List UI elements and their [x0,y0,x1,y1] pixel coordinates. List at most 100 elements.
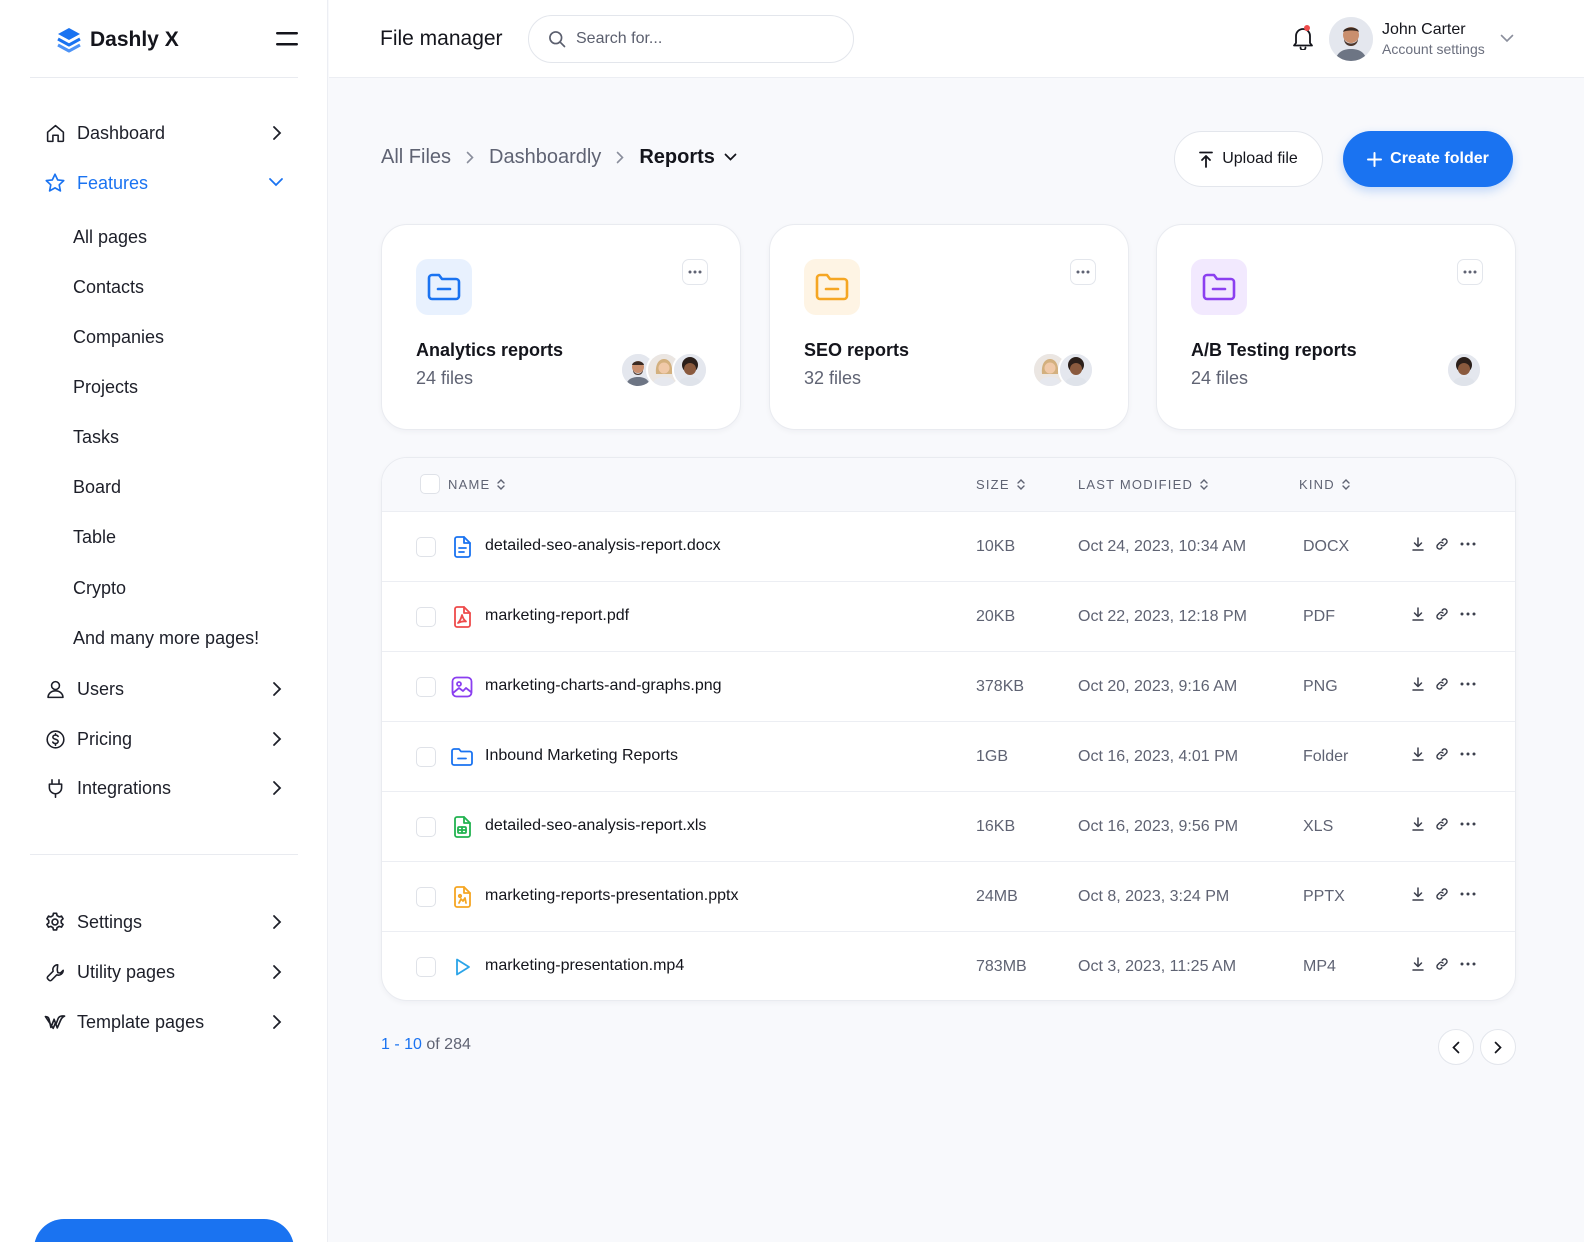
table-row[interactable]: marketing-reports-presentation.pptx 24MB… [382,862,1515,932]
chevron-left-icon [1452,1041,1460,1053]
card-more-button[interactable] [682,259,708,285]
menu-toggle-button[interactable] [276,30,298,48]
row-checkbox[interactable] [416,537,436,557]
create-folder-button[interactable]: Create folder [1343,131,1513,187]
row-checkbox[interactable] [416,607,436,627]
user-name[interactable]: John Carter [1382,21,1466,39]
folder-file-count: 32 files [804,368,862,388]
file-name[interactable]: marketing-report.pdf [485,607,629,625]
file-name[interactable]: detailed-seo-analysis-report.xls [485,817,706,835]
account-settings-link[interactable]: Account settings [1382,41,1485,57]
notifications-button[interactable] [1292,25,1314,50]
table-row[interactable]: marketing-charts-and-graphs.png 378KB Oc… [382,652,1515,722]
file-name[interactable]: marketing-reports-presentation.pptx [485,887,738,905]
download-icon[interactable] [1412,887,1424,901]
table-row[interactable]: Inbound Marketing Reports 1GB Oct 16, 20… [382,722,1515,792]
column-header-last-modified[interactable]: LAST MODIFIED [1078,477,1208,492]
breadcrumb-item[interactable]: Dashboardly [489,146,601,169]
ellipsis-icon[interactable] [1460,682,1476,686]
sidebar-item-settings[interactable]: Settings [44,906,288,938]
brand-logo[interactable]: Dashly X [56,26,179,54]
sidebar-item-label: Utility pages [77,961,176,982]
sidebar-subitem-table[interactable]: Table [73,524,116,550]
search-input[interactable] [576,30,826,48]
table-row[interactable]: detailed-seo-analysis-report.xls 16KB Oc… [382,792,1515,862]
sidebar-subitem-crypto[interactable]: Crypto [73,575,126,601]
sidebar-cta-button[interactable] [34,1219,294,1242]
download-icon[interactable] [1412,677,1424,691]
sidebar-item-template-pages[interactable]: Template pages [44,1006,288,1038]
download-icon[interactable] [1412,537,1424,551]
breadcrumb-item[interactable]: All Files [381,146,451,169]
ellipsis-icon[interactable] [1460,752,1476,756]
download-icon[interactable] [1412,957,1424,971]
row-checkbox[interactable] [416,887,436,907]
avatar [1058,352,1094,388]
file-name[interactable]: marketing-charts-and-graphs.png [485,677,722,695]
sidebar-subitem-projects[interactable]: Projects [73,374,138,400]
download-icon[interactable] [1412,607,1424,621]
link-icon[interactable] [1435,747,1449,761]
sidebar-subitem-tasks[interactable]: Tasks [73,424,119,450]
table-row[interactable]: marketing-report.pdf 20KB Oct 22, 2023, … [382,582,1515,652]
row-checkbox[interactable] [416,957,436,977]
sidebar-item-label: Features [77,172,149,193]
sidebar-item-utility-pages[interactable]: Utility pages [44,956,288,988]
ellipsis-icon[interactable] [1460,962,1476,966]
prev-page-button[interactable] [1438,1029,1474,1065]
row-checkbox[interactable] [416,747,436,767]
gear-icon [44,911,66,933]
link-icon[interactable] [1435,607,1449,621]
sidebar-subitem-contacts[interactable]: Contacts [73,274,144,300]
link-icon[interactable] [1435,887,1449,901]
next-page-button[interactable] [1480,1029,1516,1065]
file-name[interactable]: marketing-presentation.mp4 [485,957,684,975]
link-icon[interactable] [1435,817,1449,831]
ellipsis-icon[interactable] [1460,822,1476,826]
link-icon[interactable] [1435,677,1449,691]
sidebar-item-integrations[interactable]: Integrations [44,772,288,804]
folder-icon [451,748,473,766]
file-modified: Oct 16, 2023, 9:56 PM [1078,818,1239,835]
ellipsis-icon[interactable] [1460,892,1476,896]
plug-icon [44,777,66,799]
column-header-name[interactable]: NAME [448,477,506,492]
file-kind: MP4 [1303,958,1336,975]
column-header-kind[interactable]: KIND [1299,477,1350,492]
folder-card-analytics[interactable]: Analytics reports 24 files [381,224,741,430]
row-checkbox[interactable] [416,677,436,697]
row-checkbox[interactable] [416,817,436,837]
file-name[interactable]: detailed-seo-analysis-report.docx [485,537,721,555]
download-icon[interactable] [1412,747,1424,761]
sidebar-subitem-board[interactable]: Board [73,474,121,500]
link-icon[interactable] [1435,537,1449,551]
image-icon [451,676,473,698]
sidebar-item-pricing[interactable]: Pricing [44,723,288,755]
sidebar-subitem-companies[interactable]: Companies [73,324,164,350]
file-name[interactable]: Inbound Marketing Reports [485,747,678,765]
table-row[interactable]: detailed-seo-analysis-report.docx 10KB O… [382,512,1515,582]
upload-file-button[interactable]: Upload file [1174,131,1323,187]
ellipsis-icon[interactable] [1460,542,1476,546]
sidebar: Dashly X Dashboard Features All pages Co… [0,0,328,1242]
search-box[interactable] [528,15,854,63]
folder-card-seo[interactable]: SEO reports 32 files [769,224,1129,430]
card-more-button[interactable] [1070,259,1096,285]
avatar[interactable] [1329,17,1373,61]
user-menu-toggle[interactable] [1500,34,1514,43]
chevron-down-icon[interactable] [724,153,737,162]
sidebar-subitem-more-pages[interactable]: And many more pages! [73,625,259,651]
sidebar-item-users[interactable]: Users [44,673,288,705]
ellipsis-icon[interactable] [1460,612,1476,616]
breadcrumb-current[interactable]: Reports [639,146,715,169]
card-more-button[interactable] [1457,259,1483,285]
select-all-checkbox[interactable] [420,474,440,494]
sidebar-subitem-all-pages[interactable]: All pages [73,224,147,250]
sidebar-item-dashboard[interactable]: Dashboard [44,117,288,149]
sidebar-item-features[interactable]: Features [44,167,288,199]
table-row[interactable]: marketing-presentation.mp4 783MB Oct 3, … [382,932,1515,1000]
download-icon[interactable] [1412,817,1424,831]
folder-card-ab-testing[interactable]: A/B Testing reports 24 files [1156,224,1516,430]
link-icon[interactable] [1435,957,1449,971]
column-header-size[interactable]: SIZE [976,477,1025,492]
